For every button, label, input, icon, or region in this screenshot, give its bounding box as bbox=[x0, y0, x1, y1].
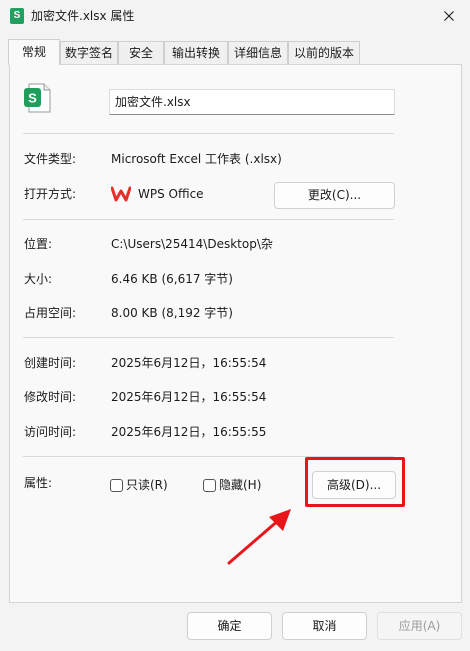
readonly-checkbox[interactable] bbox=[110, 479, 123, 492]
readonly-label[interactable]: 只读(R) bbox=[126, 477, 168, 493]
tab-previous-versions[interactable]: 以前的版本 bbox=[288, 41, 360, 64]
hidden-label[interactable]: 隐藏(H) bbox=[219, 477, 261, 493]
separator bbox=[23, 337, 394, 338]
spreadsheet-icon bbox=[10, 8, 24, 24]
arrow-annotation bbox=[225, 505, 295, 570]
tab-details[interactable]: 详细信息 bbox=[228, 41, 288, 64]
created-label: 创建时间: bbox=[24, 356, 77, 370]
accessed-label: 访问时间: bbox=[24, 425, 77, 439]
created-value: 2025年6月12日，16:55:54 bbox=[111, 356, 267, 370]
size-label: 大小: bbox=[24, 272, 53, 286]
size-on-disk-value: 8.00 KB (8,192 字节) bbox=[111, 306, 233, 320]
size-value: 6.46 KB (6,617 字节) bbox=[111, 272, 233, 286]
highlight-box bbox=[305, 457, 405, 507]
modified-label: 修改时间: bbox=[24, 390, 77, 404]
ok-button[interactable]: 确定 bbox=[187, 612, 272, 640]
location-value: C:\Users\25414\Desktop\杂 bbox=[111, 237, 273, 251]
file-type-value: Microsoft Excel 工作表 (.xlsx) bbox=[111, 152, 282, 166]
separator bbox=[23, 133, 394, 134]
cancel-button[interactable]: 取消 bbox=[282, 612, 367, 640]
svg-text:S: S bbox=[28, 91, 37, 106]
close-button[interactable] bbox=[436, 4, 462, 28]
tab-output-conversion[interactable]: 输出转换 bbox=[164, 41, 228, 64]
tab-general[interactable]: 常规 bbox=[8, 39, 60, 65]
file-name-field[interactable]: 加密文件.xlsx bbox=[109, 89, 395, 115]
tab-digital-signatures[interactable]: 数字签名 bbox=[60, 41, 118, 64]
separator bbox=[23, 219, 394, 220]
hidden-checkbox[interactable] bbox=[203, 479, 216, 492]
wps-office-icon bbox=[110, 186, 132, 205]
close-icon bbox=[444, 11, 454, 21]
file-type-label: 文件类型: bbox=[24, 152, 77, 166]
excel-file-icon: S bbox=[23, 83, 53, 113]
attributes-label: 属性: bbox=[24, 476, 53, 490]
accessed-value: 2025年6月12日，16:55:55 bbox=[111, 425, 267, 439]
window-title: 加密文件.xlsx 属性 bbox=[31, 9, 135, 23]
open-with-label: 打开方式: bbox=[24, 187, 77, 201]
size-on-disk-label: 占用空间: bbox=[24, 306, 77, 320]
change-button[interactable]: 更改(C)... bbox=[274, 182, 395, 209]
apply-button[interactable]: 应用(A) bbox=[377, 612, 462, 640]
tab-security[interactable]: 安全 bbox=[118, 41, 164, 64]
modified-value: 2025年6月12日，16:55:54 bbox=[111, 390, 267, 404]
open-with-value: WPS Office bbox=[138, 187, 204, 201]
location-label: 位置: bbox=[24, 237, 53, 251]
